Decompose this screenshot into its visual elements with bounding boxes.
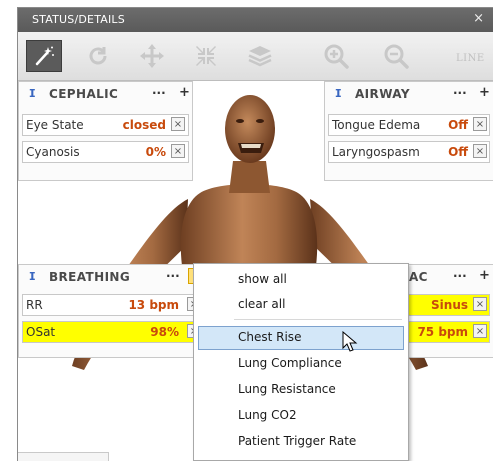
context-menu: show all clear all Chest Rise Lung Compl…	[193, 263, 409, 461]
bottom-panel-tab	[18, 452, 109, 461]
remove-icon[interactable]: ×	[473, 324, 487, 338]
mouse-cursor-icon	[342, 331, 358, 352]
more-icon[interactable]: ···	[152, 86, 166, 100]
tongue-edema-row[interactable]: Tongue Edema Off ×	[328, 114, 490, 136]
remove-icon[interactable]: ×	[473, 117, 487, 131]
menu-item-lung-co2[interactable]: Lung CO2	[198, 404, 404, 428]
move-icon[interactable]	[134, 40, 170, 72]
row-value: Off	[448, 118, 468, 132]
rotate-icon[interactable]	[80, 40, 116, 72]
remove-icon[interactable]: ×	[473, 297, 487, 311]
airway-panel: ⵊ AIRWAY ··· + Tongue Edema Off × Laryng…	[324, 81, 493, 181]
more-icon[interactable]: ···	[453, 86, 467, 100]
cephalic-panel: ⵊ CEPHALIC ··· + Eye State closed × Cyan…	[18, 81, 193, 181]
panel-title: AC	[409, 270, 428, 284]
cephalic-panel-header: ⵊ CEPHALIC ··· +	[19, 82, 192, 106]
panel-title: AIRWAY	[355, 87, 410, 101]
zoom-in-icon[interactable]	[318, 40, 354, 72]
airway-panel-header: ⵊ AIRWAY ··· +	[325, 82, 493, 106]
row-value: 98%	[150, 325, 179, 339]
menu-item-show-all[interactable]: show all	[198, 268, 404, 292]
row-label: RR	[26, 298, 43, 312]
collapse-icon[interactable]	[188, 40, 224, 72]
eye-state-row[interactable]: Eye State closed ×	[22, 114, 189, 136]
pin-icon[interactable]: ⵊ	[29, 270, 36, 283]
menu-item-patient-trigger-rate[interactable]: Patient Trigger Rate	[198, 430, 404, 454]
layers-icon[interactable]	[242, 40, 278, 72]
breathing-panel: ⵊ BREATHING ··· RR 13 bpm × OSat 98% ×	[18, 264, 214, 358]
cyanosis-row[interactable]: Cyanosis 0% ×	[22, 141, 189, 163]
row-label: Tongue Edema	[332, 118, 421, 132]
osat-row[interactable]: OSat 98% ×	[22, 321, 210, 343]
menu-item-lung-compliance[interactable]: Lung Compliance	[198, 352, 404, 376]
add-icon[interactable]: +	[479, 268, 490, 283]
add-icon[interactable]: +	[179, 85, 190, 100]
window-title: STATUS/DETAILS	[32, 13, 125, 26]
row-value: 13 bpm	[128, 298, 179, 312]
row-value: Off	[448, 145, 468, 159]
remove-icon[interactable]: ×	[171, 144, 185, 158]
magic-wand-icon[interactable]	[26, 40, 62, 72]
pin-icon[interactable]: ⵊ	[335, 87, 342, 100]
row-label: Laryngospasm	[332, 145, 420, 159]
zoom-out-icon[interactable]	[378, 40, 414, 72]
toolbar: LINE	[18, 32, 493, 81]
breathing-panel-header: ⵊ BREATHING ···	[19, 265, 213, 289]
window-titlebar[interactable]: STATUS/DETAILS ×	[18, 8, 493, 32]
row-value: closed	[122, 118, 166, 132]
line-button[interactable]: LINE	[456, 53, 485, 64]
panel-title: BREATHING	[49, 270, 131, 284]
menu-separator	[234, 319, 402, 320]
pin-icon[interactable]: ⵊ	[29, 87, 36, 100]
menu-item-clear-all[interactable]: clear all	[198, 293, 404, 317]
add-icon[interactable]: +	[479, 85, 490, 100]
menu-item-lung-resistance[interactable]: Lung Resistance	[198, 378, 404, 402]
row-label: OSat	[26, 325, 56, 339]
row-value: 75 bpm	[417, 325, 468, 339]
row-value: Sinus	[431, 298, 468, 312]
rr-row[interactable]: RR 13 bpm ×	[22, 294, 210, 316]
menu-item-chest-rise[interactable]: Chest Rise	[198, 326, 404, 350]
row-label: Cyanosis	[26, 145, 80, 159]
remove-icon[interactable]: ×	[171, 117, 185, 131]
row-label: Eye State	[26, 118, 84, 132]
row-value: 0%	[145, 145, 166, 159]
laryngospasm-row[interactable]: Laryngospasm Off ×	[328, 141, 490, 163]
close-icon[interactable]: ×	[473, 11, 484, 26]
panel-title: CEPHALIC	[49, 87, 119, 101]
more-icon[interactable]: ···	[453, 269, 467, 283]
remove-icon[interactable]: ×	[473, 144, 487, 158]
more-icon[interactable]: ···	[166, 269, 180, 283]
